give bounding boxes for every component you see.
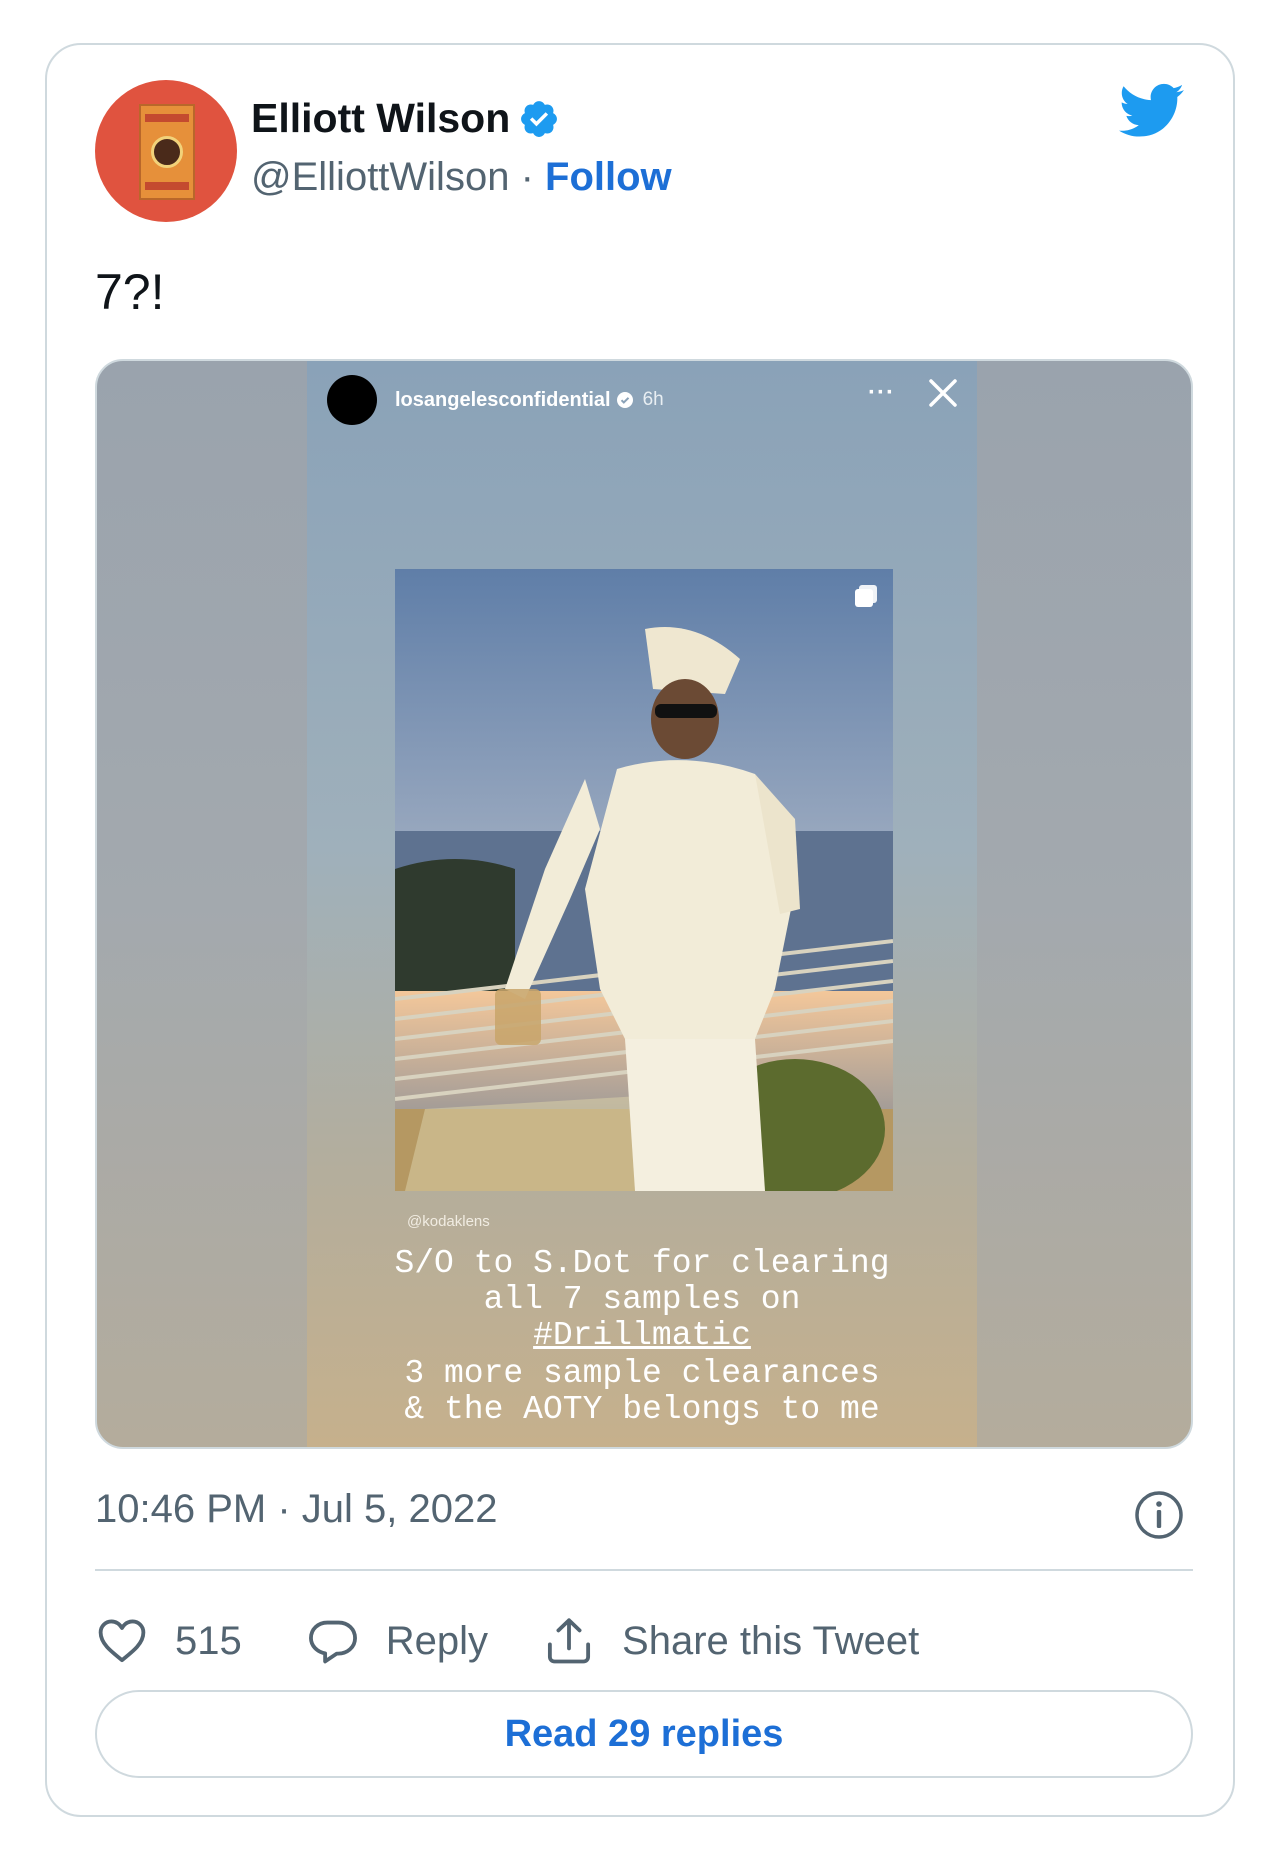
follow-link[interactable]: Follow	[545, 155, 672, 199]
author-name-row: Elliott Wilson	[251, 95, 560, 142]
reply-label: Reply	[385, 1618, 489, 1663]
author-name[interactable]: Elliott Wilson	[251, 95, 510, 142]
verified-badge-icon	[521, 100, 558, 137]
story-time: 6h	[642, 389, 664, 410]
like-button[interactable]: 515	[95, 1614, 242, 1668]
story-caption-line: 3 more sample clearances	[404, 1355, 880, 1392]
tweet-media[interactable]: losangelesconfidential 6h ··· @kodaklens…	[95, 359, 1193, 1449]
story-username: losangelesconfidential	[395, 388, 611, 411]
heart-icon	[98, 1619, 146, 1663]
read-replies-button[interactable]: Read 29 replies	[95, 1690, 1193, 1778]
story-caption-line: all 7 samples on	[483, 1281, 801, 1318]
story-hashtag: #Drillmatic	[533, 1317, 751, 1354]
twitter-bird-icon[interactable]	[1119, 83, 1185, 139]
story-caption-line: & the AOTY belongs to me	[404, 1391, 880, 1428]
author-avatar[interactable]	[95, 80, 237, 222]
story-photo	[395, 569, 893, 1191]
author-handle-row: @ElliottWilson · Follow	[251, 155, 672, 200]
divider	[95, 1569, 1193, 1571]
handle-separator: ·	[520, 155, 534, 199]
action-bar: 515 Reply Share this Tweet	[95, 1611, 919, 1671]
story-verified-icon	[616, 392, 633, 408]
share-label: Share this Tweet	[622, 1618, 920, 1663]
info-icon[interactable]	[1133, 1489, 1185, 1541]
tweet-timestamp[interactable]: 10:46 PM · Jul 5, 2022	[95, 1487, 497, 1532]
story-header: losangelesconfidential 6h	[327, 375, 664, 425]
copy-icon	[855, 585, 877, 607]
story-caption-line: S/O to S.Dot for clearing	[394, 1245, 890, 1282]
photo-scene	[395, 569, 893, 1191]
share-icon	[547, 1618, 591, 1664]
reply-icon	[308, 1620, 357, 1664]
share-button[interactable]: Share this Tweet	[542, 1614, 919, 1668]
instagram-story-screenshot: losangelesconfidential 6h ··· @kodaklens…	[307, 361, 977, 1447]
like-count: 515	[175, 1618, 242, 1663]
author-handle[interactable]: @ElliottWilson	[251, 155, 509, 199]
reply-button[interactable]: Reply	[306, 1614, 488, 1668]
story-avatar	[327, 375, 377, 425]
story-more-icon: ···	[868, 379, 895, 406]
tweet-text: 7?!	[95, 264, 165, 320]
close-icon	[929, 379, 957, 407]
avatar-book-art	[139, 104, 195, 200]
tweet-card: Elliott Wilson @ElliottWilson · Follow 7…	[45, 43, 1235, 1817]
photo-credit: @kodaklens	[407, 1213, 490, 1230]
